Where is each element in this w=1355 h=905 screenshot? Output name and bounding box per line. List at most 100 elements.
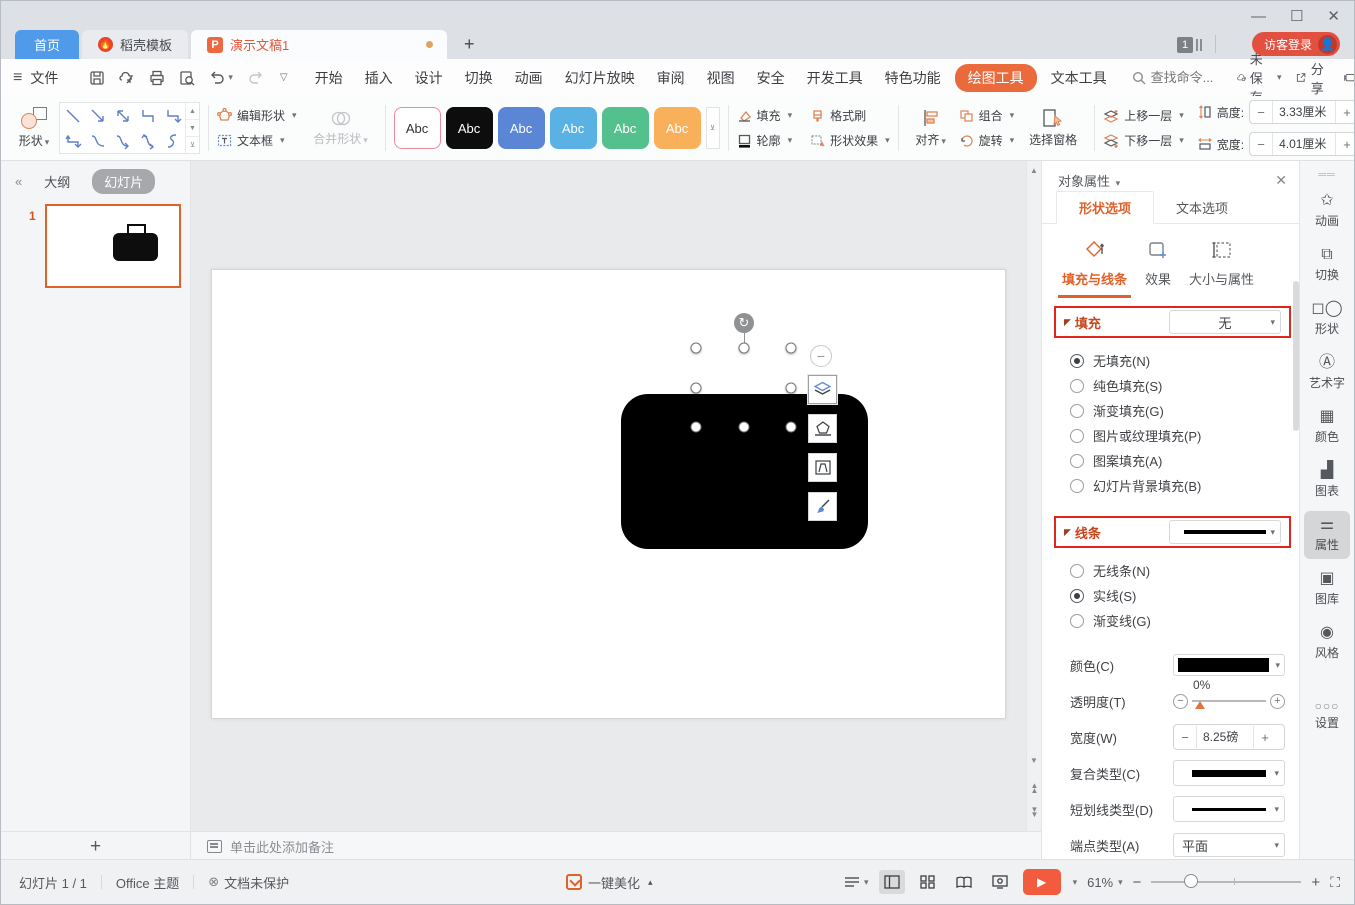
slide-thumbnail-1[interactable] — [45, 204, 181, 288]
tab-outline[interactable]: 大纲 — [44, 172, 70, 191]
edit-shape-button[interactable]: 编辑形状 ▾ — [217, 107, 297, 124]
panel-title[interactable]: 对象属性 ▾ — [1058, 171, 1120, 190]
panel-close-icon[interactable]: ✕ — [1275, 172, 1287, 189]
collapse-panel-icon[interactable]: « — [15, 174, 22, 189]
comment-button[interactable]: 批注 — [1343, 59, 1354, 97]
cap-type-dropdown[interactable]: 平面 ▾ — [1173, 833, 1285, 857]
menu-item[interactable]: 视图 — [696, 64, 746, 92]
line-width-value[interactable]: 8.25磅 — [1196, 726, 1254, 748]
sidebar-item-properties[interactable]: ⚌ 属性 — [1304, 511, 1350, 559]
curved-double-arrow-icon[interactable] — [135, 128, 160, 153]
subtab-fill-line[interactable]: 填充与线条 — [1056, 236, 1133, 298]
transparency-track[interactable] — [1192, 700, 1266, 710]
zoom-slider[interactable] — [1151, 874, 1302, 889]
save-icon[interactable] — [89, 70, 105, 86]
tab-slides[interactable]: 幻灯片 — [92, 168, 156, 194]
elbow-double-arrow-icon[interactable] — [60, 128, 85, 153]
notes-bar[interactable]: 单击此处添加备注 — [191, 831, 1041, 861]
menu-item[interactable]: 安全 — [746, 64, 796, 92]
zoom-level[interactable]: 61% ▾ — [1087, 875, 1123, 890]
redo-icon[interactable] — [247, 70, 264, 85]
selection-handle-top-right[interactable] — [785, 342, 797, 354]
menu-item[interactable]: 插入 — [354, 64, 404, 92]
selection-handle-top-left[interactable] — [690, 342, 702, 354]
transparency-increase-icon[interactable]: + — [1270, 693, 1285, 709]
double-arrow-shape-icon[interactable] — [110, 103, 135, 128]
export-icon[interactable] — [119, 70, 135, 86]
elbow-connector-icon[interactable] — [135, 103, 160, 128]
sidebar-item-wordart[interactable]: Ⓐ 艺术字 — [1304, 349, 1350, 397]
reading-view-button[interactable] — [951, 870, 977, 894]
radio-slide-background-fill[interactable]: 幻灯片背景填充(B) — [1070, 473, 1301, 498]
radio-no-line[interactable]: 无线条(N) — [1070, 558, 1301, 583]
elbow-arrow-connector-icon[interactable] — [160, 103, 185, 128]
sidebar-item-animation[interactable]: ✩ 动画 — [1304, 187, 1350, 235]
next-slide-icon[interactable]: ▼ ▼ — [1027, 806, 1041, 819]
format-painter-button[interactable]: 格式刷 — [810, 107, 890, 124]
arrow-shape-icon[interactable] — [85, 103, 110, 128]
sidebar-drag-handle[interactable]: ══ — [1300, 161, 1354, 181]
insert-shape-button[interactable]: 形状 ▾ — [9, 107, 59, 149]
zoom-in-icon[interactable]: + — [1311, 874, 1320, 891]
theme-name[interactable]: Office 主题 — [116, 873, 179, 892]
menu-item[interactable]: 开发工具 — [796, 64, 874, 92]
selection-handle-bottom-right[interactable] — [785, 421, 797, 433]
outline-button[interactable]: 轮廓 ▾ — [737, 132, 792, 149]
qat-more-icon[interactable]: ▽ — [280, 72, 288, 83]
zoom-slider-thumb[interactable] — [1184, 874, 1199, 889]
selection-handle-bottom-left[interactable] — [690, 421, 702, 433]
menu-item[interactable]: 审阅 — [646, 64, 696, 92]
print-preview-icon[interactable] — [179, 70, 195, 86]
slide-sorter-view-button[interactable] — [915, 870, 941, 894]
freeform-curve-icon[interactable] — [160, 128, 185, 153]
shape-style-preset[interactable]: Abc — [653, 107, 701, 149]
hamburger-icon[interactable]: ≡ — [13, 69, 22, 87]
share-button[interactable]: 分享 — [1296, 59, 1328, 97]
shape-style-preset[interactable]: Abc — [393, 107, 441, 149]
tab-shape-options[interactable]: 形状选项 — [1056, 191, 1155, 224]
menu-item[interactable]: 文本工具 — [1040, 64, 1118, 92]
line-shape-icon[interactable] — [60, 103, 85, 128]
radio-no-fill[interactable]: 无填充(N) — [1070, 348, 1301, 373]
fill-button[interactable]: 填充 ▾ — [737, 107, 792, 124]
height-value[interactable]: 3.33厘米 — [1272, 101, 1337, 123]
gallery-scroll-up-icon[interactable]: ▲ — [186, 103, 199, 120]
canvas-vertical-scrollbar[interactable]: ▲ ▼ ▲ ▲ ▼ ▼ — [1026, 161, 1041, 831]
line-width-increase-button[interactable]: + — [1254, 730, 1276, 745]
transparency-thumb[interactable] — [1195, 701, 1205, 710]
shape-effects-button[interactable]: 形状效果 ▾ — [810, 132, 890, 149]
radio-gradient-fill[interactable]: 渐变填充(G) — [1070, 398, 1301, 423]
scroll-up-icon[interactable]: ▲ — [1027, 166, 1041, 175]
width-increase-button[interactable]: + — [1336, 137, 1354, 152]
radio-gradient-line[interactable]: 渐变线(G) — [1070, 608, 1301, 633]
new-tab-button[interactable]: + — [450, 30, 489, 59]
frame-quick-button[interactable] — [808, 453, 837, 482]
textbox-button[interactable]: 文本框 ▾ — [217, 132, 297, 149]
menu-item-drawing-tools-active[interactable]: 绘图工具 — [954, 63, 1037, 92]
curve-connector-icon[interactable] — [85, 128, 110, 153]
selection-pane-button[interactable]: 选择窗格 — [1020, 108, 1086, 148]
beautify-button[interactable]: 一键美化 ▴ — [566, 873, 653, 892]
tab-text-options[interactable]: 文本选项 — [1154, 192, 1250, 223]
selection-handle-bottom-mid[interactable] — [738, 421, 750, 433]
slide-editing-area[interactable] — [211, 269, 1006, 719]
sidebar-item-shapes[interactable]: ◻◯ 形状 — [1304, 295, 1350, 343]
command-search[interactable] — [1132, 70, 1237, 85]
menu-item[interactable]: 开始 — [304, 64, 354, 92]
dash-type-dropdown[interactable]: ▾ — [1173, 796, 1285, 822]
curved-arrow-icon[interactable] — [110, 128, 135, 153]
selection-handle-mid-left[interactable] — [690, 382, 702, 394]
width-decrease-button[interactable]: − — [1250, 137, 1272, 152]
line-style-dropdown[interactable]: ▾ — [1169, 520, 1281, 544]
menu-item[interactable]: 特色功能 — [874, 64, 952, 92]
previous-slide-icon[interactable]: ▲ ▲ — [1027, 782, 1041, 795]
layer-quick-button[interactable] — [808, 375, 837, 404]
menu-file[interactable]: 文件 — [28, 64, 69, 92]
play-options-icon[interactable]: ▾ — [1073, 877, 1078, 888]
fill-type-dropdown[interactable]: 无 ▾ — [1169, 310, 1281, 334]
compound-type-dropdown[interactable]: ▾ — [1173, 760, 1285, 786]
rotation-handle[interactable]: ↻ — [734, 313, 754, 333]
shape-style-preset[interactable]: Abc — [549, 107, 597, 149]
sidebar-item-settings[interactable]: ○○○ 设置 — [1300, 699, 1354, 731]
menu-item[interactable]: 幻灯片放映 — [554, 64, 646, 92]
